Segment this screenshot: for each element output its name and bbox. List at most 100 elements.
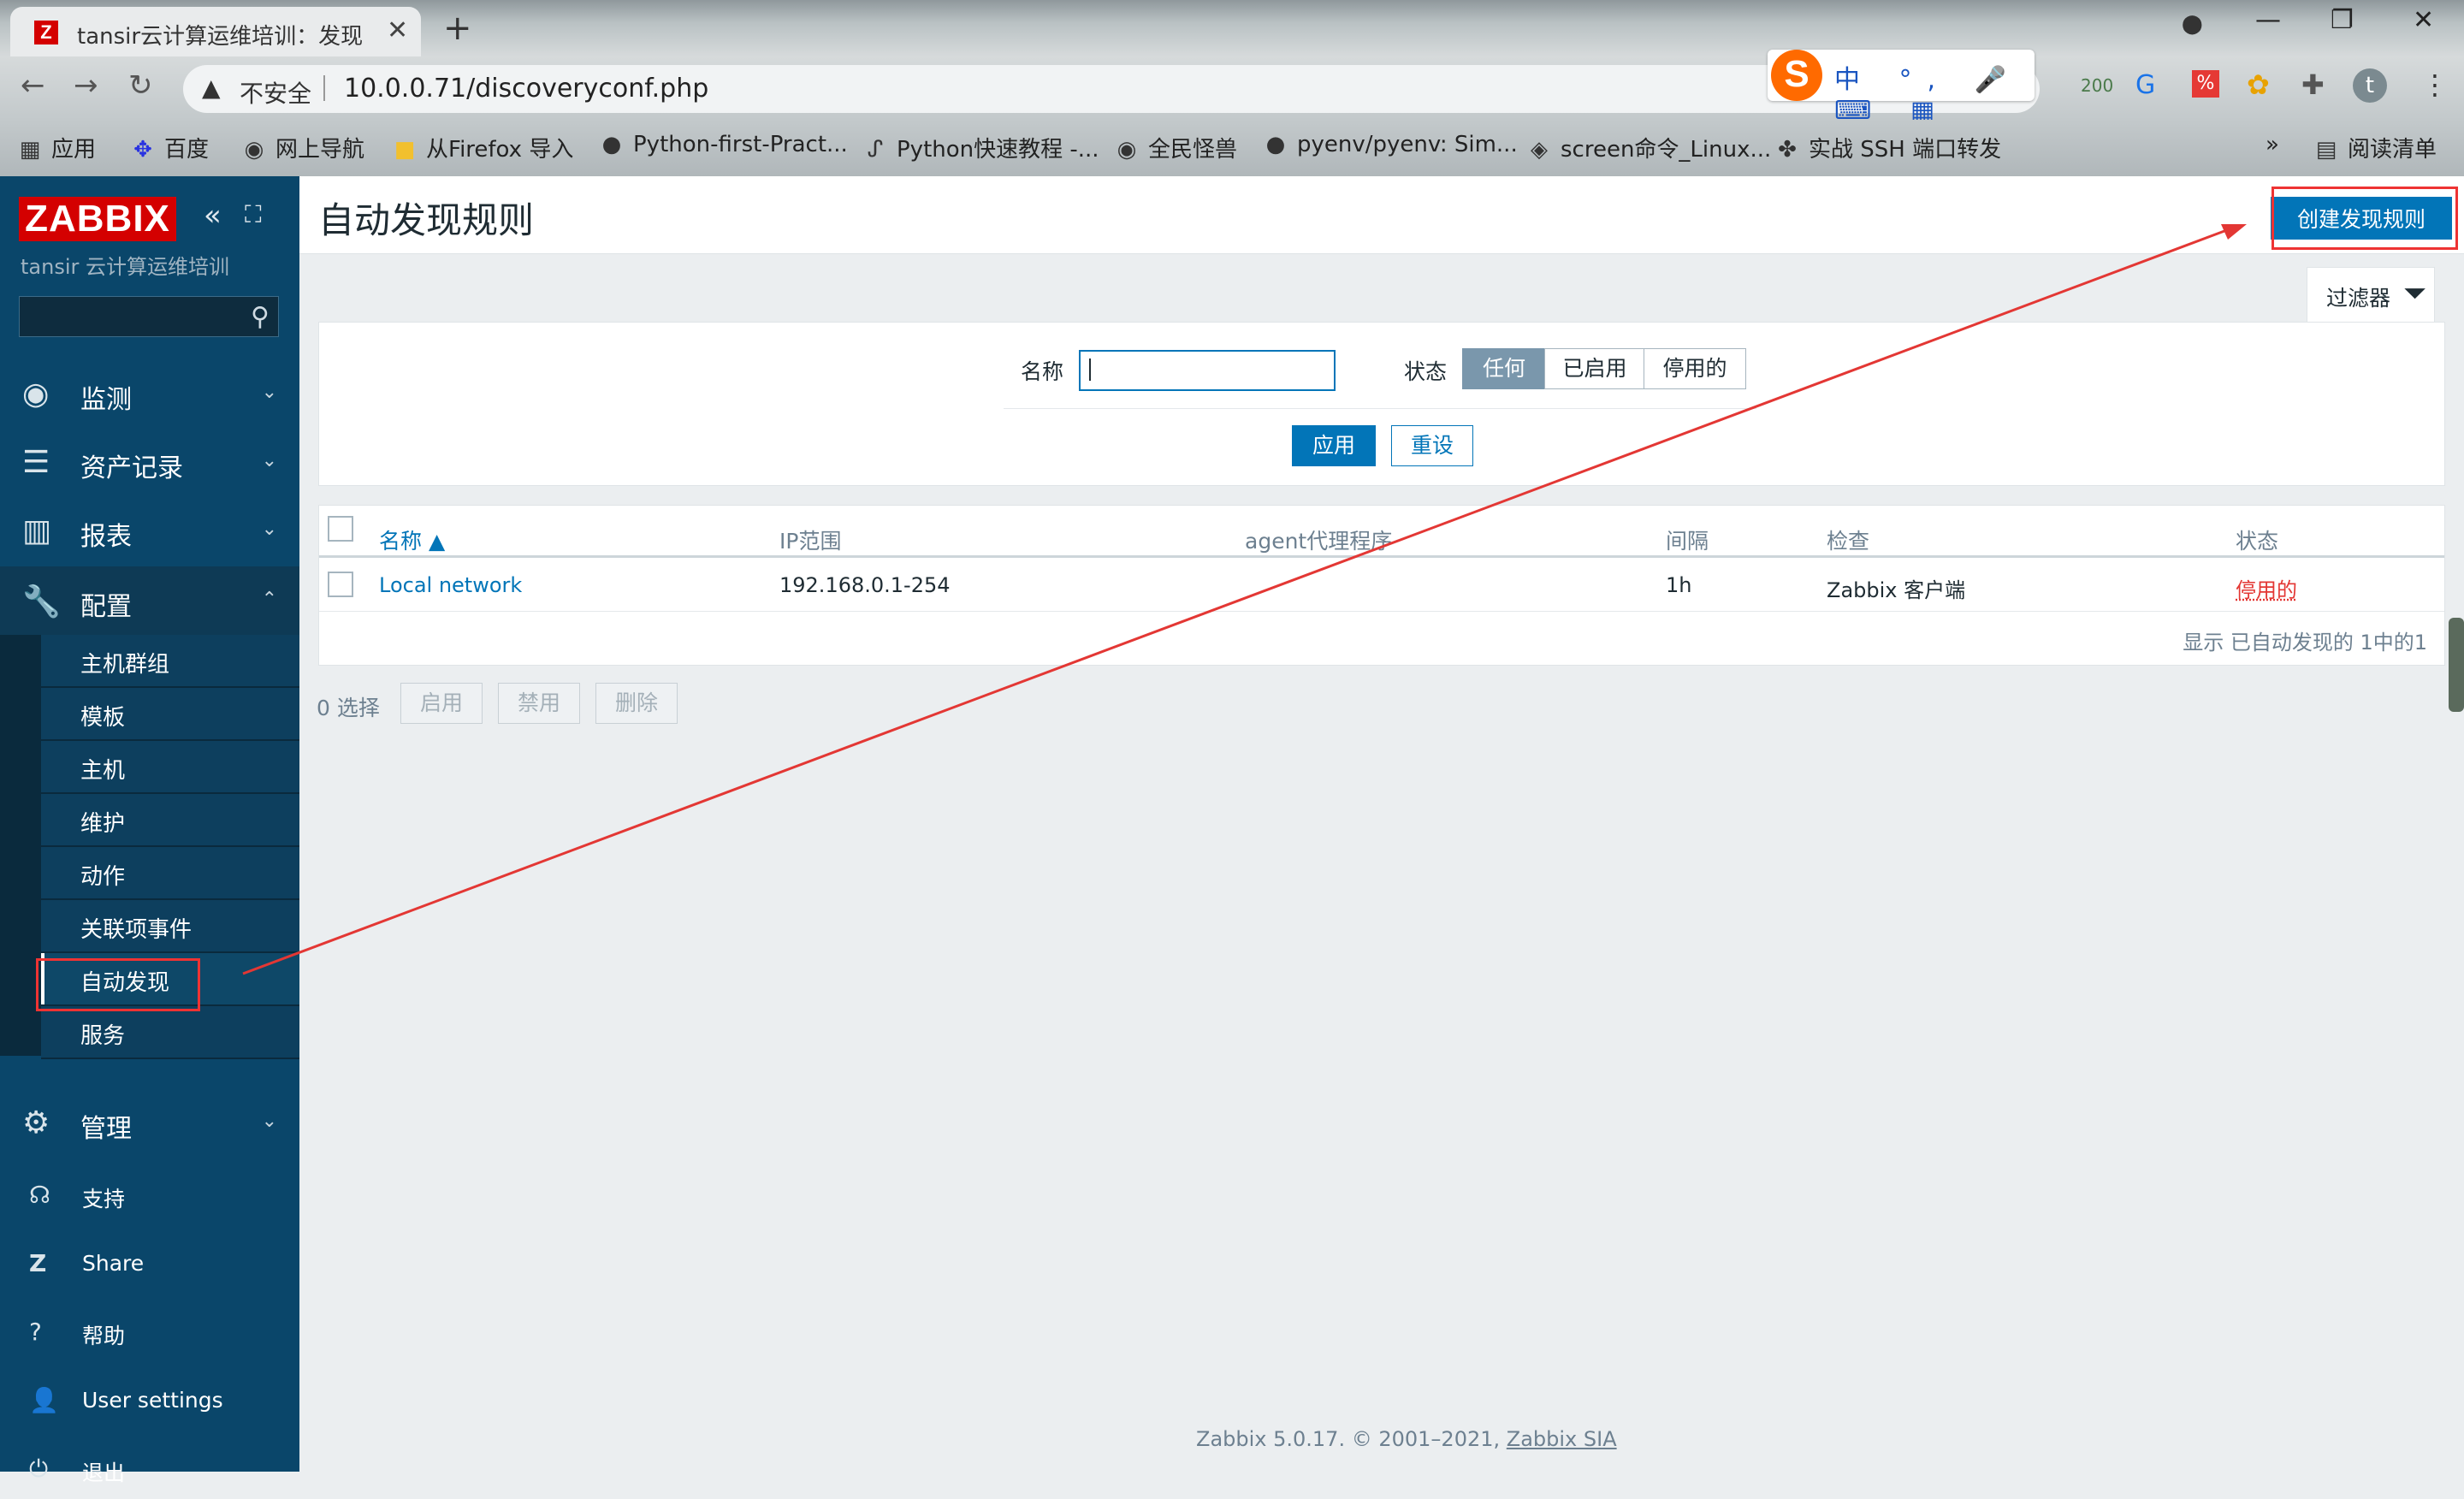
kiosk-mode-icon[interactable]: ⛶: [245, 200, 262, 229]
bookmark-item[interactable]: ● Python-first-Pract...: [599, 132, 848, 157]
sidebar-search-input[interactable]: ⚲: [19, 296, 279, 337]
chevron-down-icon: ⌄: [261, 1111, 277, 1132]
bookmark-item[interactable]: ▦ 应用: [17, 132, 96, 163]
zabbix-logo[interactable]: ZABBIX: [19, 197, 176, 241]
bookmark-item[interactable]: ◉ 网上导航: [241, 132, 364, 163]
menu-configuration[interactable]: 🔧 配置 ⌃: [0, 566, 299, 635]
close-tab-icon[interactable]: ✕: [387, 15, 408, 45]
new-tab-button[interactable]: +: [443, 9, 472, 48]
select-all-checkbox[interactable]: [328, 516, 353, 542]
rule-status-toggle[interactable]: 停用的: [2236, 573, 2297, 603]
url-text[interactable]: 10.0.0.71/discoveryconf.php: [344, 74, 708, 104]
bookmark-item[interactable]: ◈ screen命令_Linux...: [1526, 132, 1771, 163]
profile-dropdown-icon[interactable]: ⬤: [2182, 14, 2203, 35]
puzzle-icon[interactable]: ✚: [2301, 68, 2325, 101]
bookmark-item[interactable]: ● pyenv/pyenv: Sim...: [1263, 132, 1518, 157]
rule-ip-range: 192.168.0.1-254: [779, 573, 951, 597]
color-extension-icon[interactable]: ✿: [2247, 68, 2270, 101]
submenu-indent: [0, 635, 41, 1056]
menu-share[interactable]: Z Share: [0, 1234, 299, 1294]
address-bar[interactable]: ▲ 不安全 10.0.0.71/discoveryconf.php: [183, 65, 2040, 113]
organization-name: tansir 云计算运维培训: [21, 255, 229, 279]
menu-dots-icon[interactable]: ⋮: [2421, 68, 2449, 101]
mass-delete-button[interactable]: 删除: [595, 683, 678, 724]
state-option-enabled[interactable]: 已启用: [1544, 348, 1645, 389]
minimize-button[interactable]: —: [2255, 5, 2281, 35]
zabbix-favicon-icon: Z: [34, 21, 58, 44]
extension-icon[interactable]: %: [2192, 70, 2219, 98]
menu-help[interactable]: ? 帮助: [0, 1302, 299, 1362]
ime-toolbar[interactable]: S 中 °, 🎤 ⌨ ▦: [1768, 50, 2035, 126]
power-icon: ⏻: [29, 1455, 49, 1483]
filter-name-input[interactable]: [1079, 350, 1336, 391]
reset-button[interactable]: 重设: [1391, 425, 1473, 466]
share-icon: Z: [29, 1249, 47, 1277]
python-icon: ᔑ: [867, 137, 884, 163]
collapse-sidebar-icon[interactable]: «: [204, 198, 222, 233]
bookmark-item[interactable]: ◉ 全民怪兽: [1114, 132, 1237, 163]
ime-controls[interactable]: 中 °, 🎤 ⌨ ▦: [1834, 58, 2035, 126]
state-option-disabled[interactable]: 停用的: [1644, 348, 1746, 389]
mass-enable-button[interactable]: 启用: [400, 683, 483, 724]
menu-sign-out[interactable]: ⏻ 退出: [0, 1439, 299, 1499]
apply-button[interactable]: 应用: [1292, 425, 1376, 466]
menu-monitoring[interactable]: ◉ 监测 ⌄: [0, 359, 299, 428]
submenu-services[interactable]: 服务: [41, 1006, 299, 1059]
filter-tab[interactable]: 过滤器 ⏷: [2307, 267, 2435, 323]
state-option-any[interactable]: 任何: [1462, 348, 1546, 389]
rule-interval: 1h: [1666, 573, 1692, 597]
submenu-actions[interactable]: 动作: [41, 847, 299, 900]
forward-icon[interactable]: →: [74, 68, 98, 103]
footer-zabbix-link[interactable]: Zabbix SIA: [1507, 1427, 1617, 1451]
browser-tab[interactable]: Z tansir云计算运维培训：发现 ✕: [10, 7, 421, 56]
security-label[interactable]: 不安全: [240, 75, 311, 110]
annotation-highlight-discovery: [36, 958, 200, 1011]
submenu-maintenance[interactable]: 维护: [41, 794, 299, 847]
back-icon[interactable]: ←: [21, 68, 45, 103]
divider: [1004, 408, 1756, 409]
menu-user-settings[interactable]: 👤 User settings: [0, 1371, 299, 1431]
maximize-button[interactable]: ❐: [2331, 5, 2354, 35]
reload-icon[interactable]: ↻: [128, 68, 153, 103]
mass-disable-button[interactable]: 禁用: [498, 683, 580, 724]
row-checkbox[interactable]: [328, 572, 353, 597]
submenu-host-groups[interactable]: 主机群组: [41, 635, 299, 688]
bookmark-item[interactable]: ᔑ Python快速教程 -...: [862, 132, 1099, 163]
divider: [323, 75, 325, 101]
submenu-templates[interactable]: 模板: [41, 688, 299, 741]
github-icon: ●: [1265, 132, 1286, 157]
globe-icon: ◉: [244, 137, 264, 163]
submenu-hosts[interactable]: 主机: [41, 741, 299, 794]
filter-panel: 名称 状态 任何 已启用 停用的 应用 重设: [318, 322, 2445, 486]
avatar[interactable]: t: [2353, 68, 2387, 103]
rule-name-link[interactable]: Local network: [379, 573, 522, 597]
page-title: 自动发现规则: [318, 199, 535, 241]
menu-reports[interactable]: ▥ 报表 ⌄: [0, 496, 299, 565]
menu-inventory[interactable]: ☰ 资产记录 ⌄: [0, 428, 299, 496]
scrollbar-handle[interactable]: [2449, 618, 2464, 712]
bookmark-item[interactable]: ■ 从Firefox 导入: [392, 132, 574, 163]
bookmark-item[interactable]: ✥ 百度: [130, 132, 209, 163]
eye-icon: ◉: [22, 376, 50, 412]
extension-badge[interactable]: 200: [2081, 75, 2113, 96]
column-name[interactable]: 名称 ▲: [379, 524, 445, 555]
globe-icon: ◉: [1116, 137, 1137, 163]
sogou-ime-icon[interactable]: S: [1771, 50, 1822, 101]
close-window-button[interactable]: ✕: [2413, 5, 2434, 35]
chevron-down-icon: ⌄: [261, 518, 277, 540]
support-icon: ☊: [29, 1181, 50, 1209]
bookmark-item[interactable]: ✤ 实战 SSH 端口转发: [1774, 132, 2001, 163]
gear-icon: ⚙: [22, 1105, 50, 1141]
more-bookmarks-button[interactable]: »: [2266, 132, 2279, 157]
filter-state-label: 状态: [1404, 359, 1448, 384]
menu-support[interactable]: ☊ 支持: [0, 1165, 299, 1225]
translate-icon[interactable]: G: [2135, 70, 2155, 100]
annotation-highlight-create: [2272, 187, 2458, 250]
column-checks: 检查: [1827, 529, 1870, 554]
search-icon[interactable]: ⚲: [251, 302, 270, 332]
chart-icon: ▥: [22, 513, 52, 548]
submenu-event-correlation[interactable]: 关联项事件: [41, 900, 299, 953]
ssh-icon: ✤: [1778, 137, 1797, 163]
reading-list-button[interactable]: ▤ 阅读清单: [2313, 132, 2437, 163]
menu-administration[interactable]: ⚙ 管理 ⌄: [0, 1088, 299, 1157]
